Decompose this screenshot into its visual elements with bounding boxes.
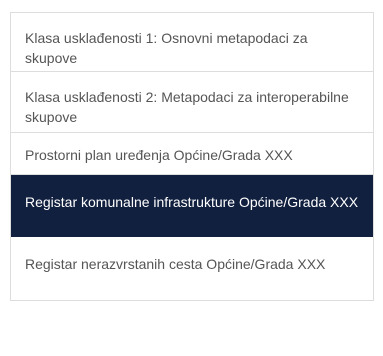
list-item-class-1[interactable]: Klasa usklađenosti 1: Osnovni metapodaci… bbox=[11, 13, 373, 72]
list-item-spatial-plan[interactable]: Prostorni plan uređenja Općine/Grada XXX bbox=[11, 133, 373, 175]
dataset-list: Klasa usklađenosti 1: Osnovni metapodaci… bbox=[10, 12, 374, 301]
list-item-roads-register[interactable]: Registar nerazvrstanih cesta Općine/Grad… bbox=[11, 237, 373, 301]
list-item-label: Registar komunalne infrastrukture Općine… bbox=[25, 194, 359, 210]
list-item-label: Prostorni plan uređenja Općine/Grada XXX bbox=[25, 147, 293, 163]
list-item-label: Registar nerazvrstanih cesta Općine/Grad… bbox=[25, 256, 326, 272]
list-item-infrastructure-register[interactable]: Registar komunalne infrastrukture Općine… bbox=[11, 175, 373, 237]
list-item-label: Klasa usklađenosti 1: Osnovni metapodaci… bbox=[25, 30, 308, 66]
list-item-class-2[interactable]: Klasa usklađenosti 2: Metapodaci za inte… bbox=[11, 72, 373, 133]
list-item-label: Klasa usklađenosti 2: Metapodaci za inte… bbox=[25, 89, 349, 125]
